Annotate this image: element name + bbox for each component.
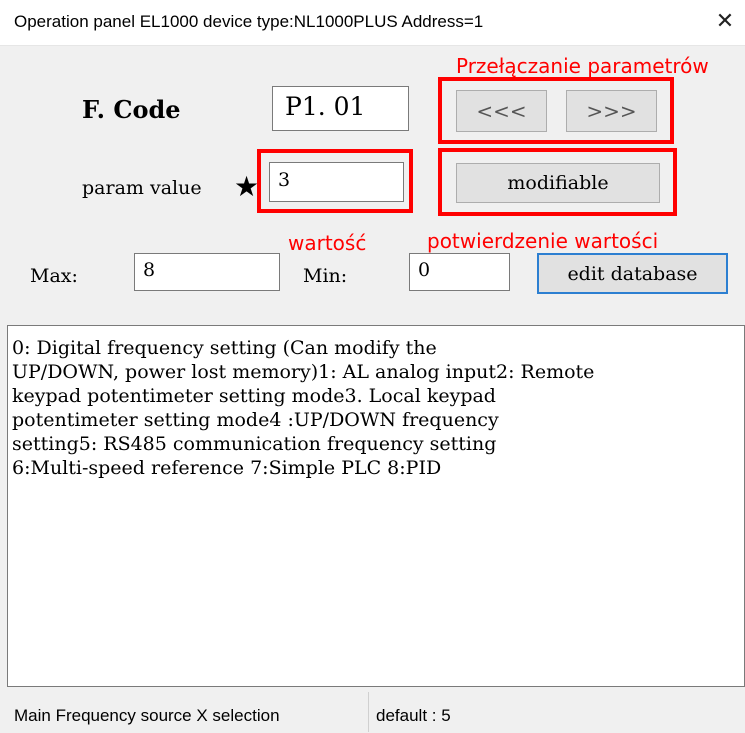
status-divider — [368, 692, 369, 732]
description-line: keypad potentimeter setting mode3. Local… — [12, 385, 496, 407]
annotation-param-switch: Przełączanie parametrów — [456, 54, 709, 78]
annotation-confirm: potwierdzenie wartości — [427, 229, 659, 253]
description-line: setting5: RS485 communication frequency … — [12, 433, 497, 455]
description-line: UP/DOWN, power lost memory)1: AL analog … — [12, 361, 595, 383]
description-line: 6:Multi-speed reference 7:Simple PLC 8:P… — [12, 457, 442, 479]
window-title: Operation panel EL1000 device type:NL100… — [14, 12, 484, 31]
status-param-name: Main Frequency source X selection — [14, 706, 280, 725]
description-line: potentimeter setting mode4 :UP/DOWN freq… — [12, 409, 499, 431]
param-value-label: param value — [82, 177, 202, 199]
max-label: Max: — [30, 265, 78, 287]
annotation-box-value — [257, 149, 413, 213]
title-bar: Operation panel EL1000 device type:NL100… — [0, 0, 745, 46]
max-field[interactable]: 8 — [134, 253, 280, 291]
annotation-box-confirm — [438, 148, 677, 216]
fcode-label: F. Code — [82, 95, 181, 124]
close-icon[interactable]: ✕ — [712, 8, 738, 34]
description-line: 0: Digital frequency setting (Can modify… — [12, 337, 437, 359]
fcode-field[interactable]: P1. 01 — [272, 86, 409, 131]
min-field[interactable]: 0 — [409, 253, 510, 291]
annotation-box-param-switch — [438, 77, 674, 144]
annotation-value: wartość — [288, 231, 367, 255]
edit-database-button[interactable]: edit database — [537, 253, 728, 294]
star-icon: ★ — [234, 171, 260, 202]
status-default: default : 5 — [376, 706, 451, 725]
min-label: Min: — [303, 265, 348, 287]
description-text-area[interactable]: 0: Digital frequency setting (Can modify… — [7, 325, 745, 687]
